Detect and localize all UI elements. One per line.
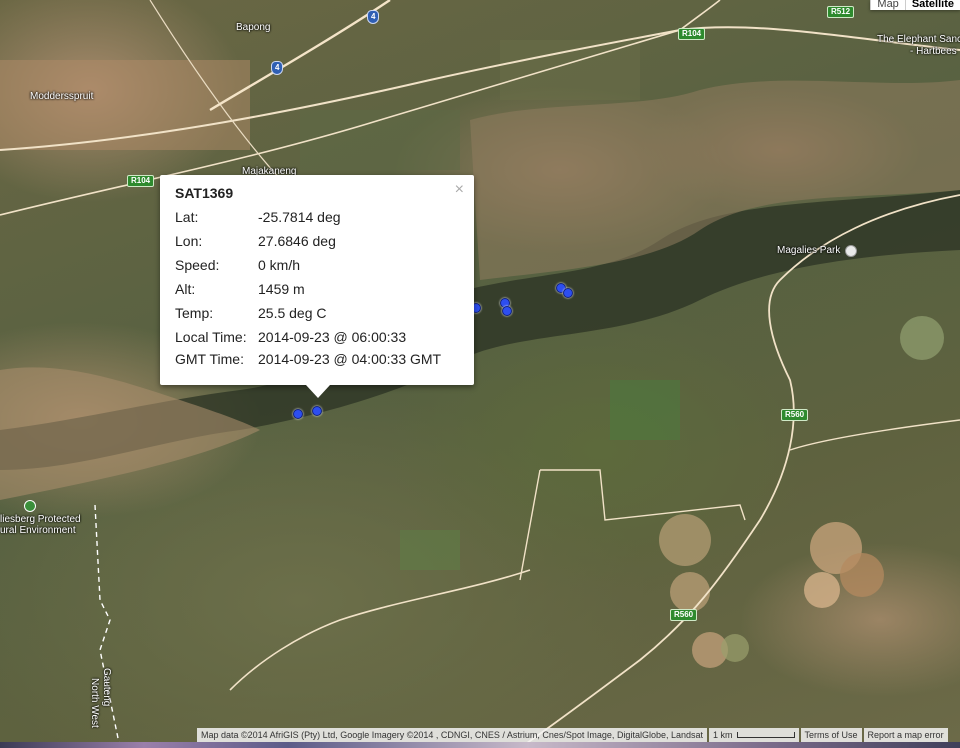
scale-line (736, 732, 795, 738)
tracker-marker[interactable] (563, 288, 573, 298)
road-shield: R512 (827, 6, 855, 18)
province-label: Gauteng (101, 668, 112, 707)
info-label: Temp: (175, 305, 214, 321)
info-value: 0 km/h (258, 257, 301, 273)
terms-link[interactable]: Terms of Use (800, 728, 862, 742)
road-shield: R560 (670, 609, 698, 621)
info-label: Lon: (175, 233, 203, 249)
info-value: 2014-09-23 @ 04:00:33 GMT (258, 351, 442, 367)
info-row: Speed: 0 km/h (175, 256, 464, 274)
info-label: Lat: (175, 209, 199, 225)
info-row: GMT Time: 2014-09-23 @ 04:00:33 GMT (175, 352, 464, 366)
info-value: 1459 m (258, 281, 305, 297)
info-label: Speed: (175, 257, 220, 273)
info-row: Temp: 25.5 deg C (175, 304, 464, 322)
info-window-title: SAT1369 (175, 185, 234, 201)
info-window: SAT1369 × Lat: -25.7814 deg Lon: 27.6846… (160, 175, 474, 398)
info-row: Alt: 1459 m (175, 280, 464, 298)
scale-label: 1 km (713, 730, 733, 740)
info-row: Lon: 27.6846 deg (175, 232, 464, 250)
road-shield: R104 (678, 28, 706, 40)
info-window-pointer (306, 385, 330, 398)
road-shield: R104 (127, 175, 155, 187)
place-label: The Elephant Sanc (877, 34, 960, 45)
info-label: GMT Time: (175, 351, 244, 367)
info-value: -25.7814 deg (258, 209, 341, 225)
park-icon[interactable] (845, 245, 857, 257)
info-value: 25.5 deg C (258, 305, 327, 321)
place-label: Bapong (236, 22, 271, 33)
info-row: Local Time: 2014-09-23 @ 06:00:33 (175, 328, 464, 346)
tracker-marker[interactable] (502, 306, 512, 316)
info-window-body: Lat: -25.7814 deg Lon: 27.6846 deg Speed… (175, 208, 464, 385)
province-label: North West (89, 678, 100, 728)
place-label: ural Environment (0, 525, 76, 536)
place-label: - Hartbees (910, 46, 957, 57)
info-label: Alt: (175, 281, 196, 297)
road-shield: R560 (781, 409, 809, 421)
tracker-marker-selected[interactable] (312, 406, 322, 416)
taskbar-strip (0, 742, 960, 748)
map-data-attribution: Map data ©2014 AfriGIS (Pty) Ltd, Google… (197, 728, 707, 742)
map-type-map-button[interactable]: Map (870, 0, 905, 10)
protected-area-icon[interactable] (24, 500, 36, 512)
info-label: Local Time: (175, 329, 247, 345)
satellite-map[interactable]: Bapong Moddersspruit Majakaneng The Elep… (0, 0, 960, 748)
tracker-marker[interactable] (293, 409, 303, 419)
scale-bar[interactable]: 1 km (709, 728, 799, 742)
info-value: 2014-09-23 @ 06:00:33 (258, 329, 407, 345)
info-value: 27.6846 deg (258, 233, 336, 249)
terrain-layer (0, 0, 960, 748)
map-type-control: Map Satellite (870, 0, 960, 10)
attribution-bar: Map data ©2014 AfriGIS (Pty) Ltd, Google… (197, 728, 960, 742)
info-row: Lat: -25.7814 deg (175, 208, 464, 226)
place-label: liesberg Protected (0, 514, 81, 525)
place-label: Moddersspruit (30, 91, 94, 102)
report-error-link[interactable]: Report a map error (863, 728, 948, 742)
place-label: Magalies Park (777, 245, 841, 256)
map-type-satellite-button[interactable]: Satellite (904, 0, 960, 10)
close-icon[interactable]: × (455, 182, 464, 198)
